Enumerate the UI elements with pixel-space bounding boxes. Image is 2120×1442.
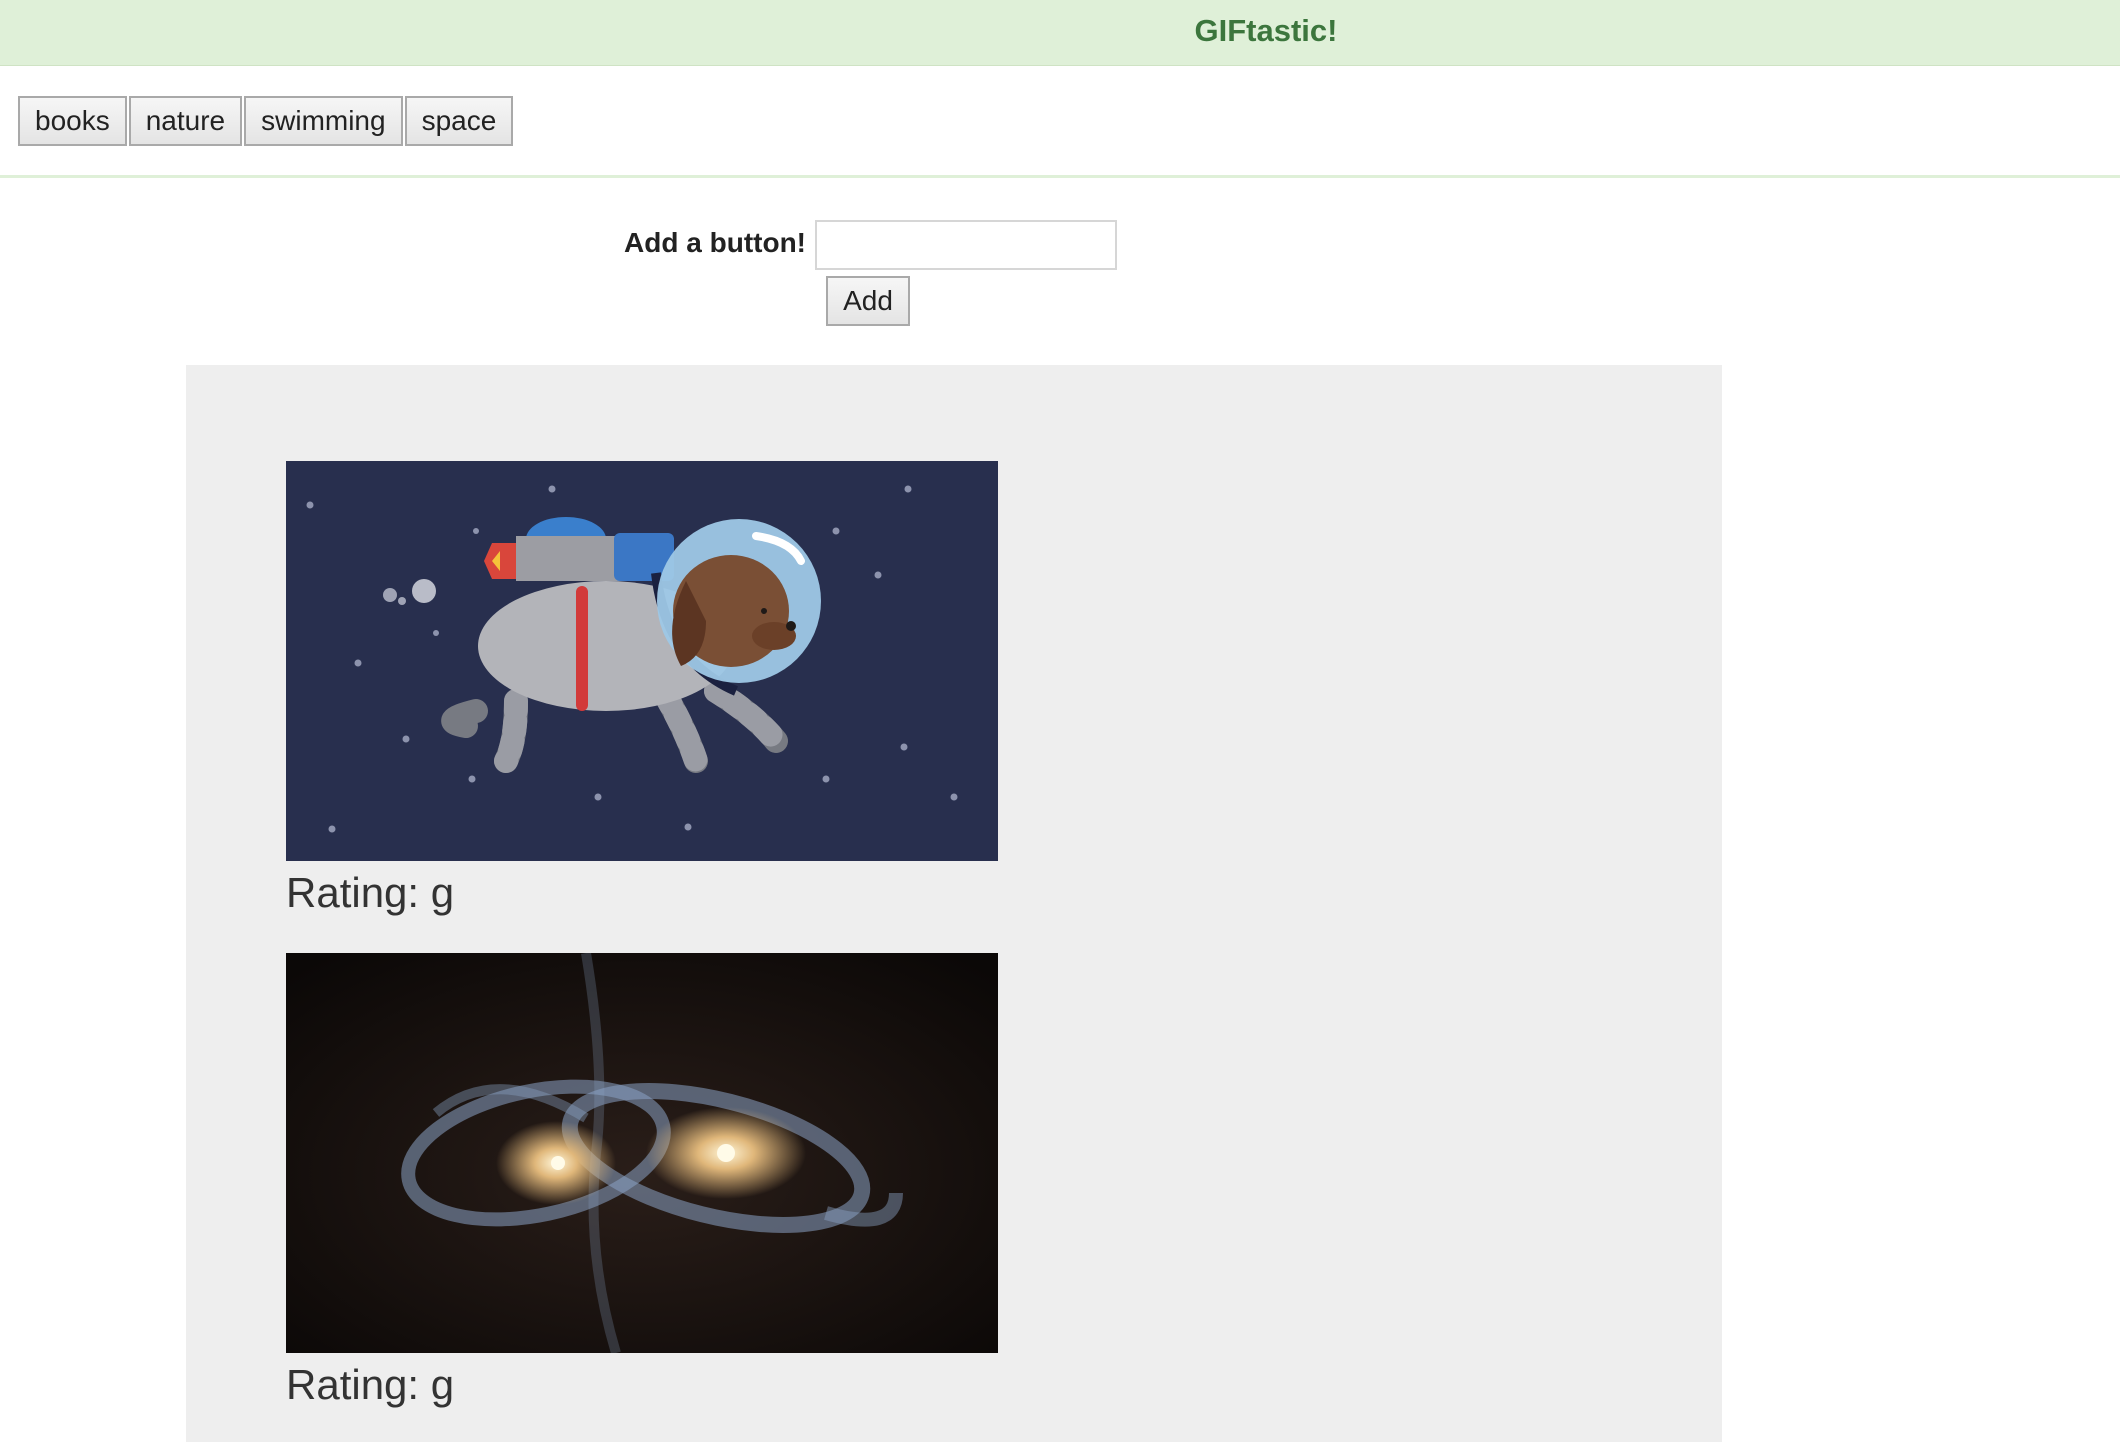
topic-button-space[interactable]: space (404, 96, 514, 146)
topic-button-books[interactable]: books (18, 96, 127, 146)
topic-button-nature[interactable]: nature (128, 96, 243, 146)
gif-rating: Rating: g (286, 1361, 455, 1408)
navbar: GIFtastic! (0, 0, 2120, 66)
add-topic-label: Add a button! (624, 227, 806, 258)
add-topic-form: Add a button! Add (0, 215, 2120, 330)
app-title[interactable]: GIFtastic! (0, 0, 2120, 62)
topic-buttons: books nature swimming space (18, 96, 515, 146)
gif-results-panel: Rating: g Rating: g (186, 365, 1722, 1442)
space-dog-gif[interactable] (286, 461, 998, 861)
topic-button-swimming[interactable]: swimming (244, 96, 403, 146)
gif-item: Rating: g (286, 461, 998, 917)
gif-rating: Rating: g (286, 869, 455, 916)
add-button[interactable]: Add (826, 276, 910, 326)
gif-item: Rating: g (286, 953, 998, 1409)
add-topic-input[interactable] (815, 220, 1117, 270)
galaxy-gif[interactable] (286, 953, 998, 1353)
topic-button-bar: books nature swimming space (0, 66, 2120, 178)
